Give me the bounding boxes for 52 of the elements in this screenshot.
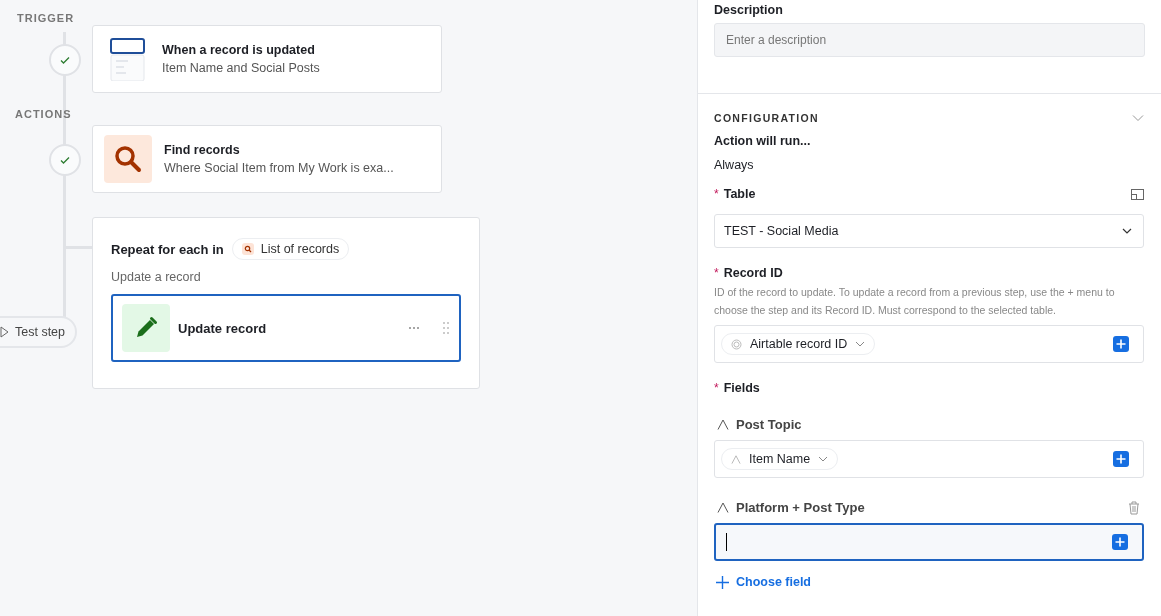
table-select[interactable]: TEST - Social Media	[714, 214, 1144, 248]
search-icon	[104, 135, 152, 183]
field-label: Fields	[723, 381, 760, 395]
section-title: CONFIGURATION	[714, 112, 819, 124]
chevron-icon	[855, 341, 866, 347]
step-title: When a record is updated	[162, 43, 316, 57]
add-icon[interactable]	[1113, 336, 1129, 352]
run-value: Always	[714, 158, 755, 172]
step-subtitle: Where Social Item from My Work is exa...	[164, 161, 394, 175]
add-icon[interactable]	[1113, 451, 1129, 467]
list-chip[interactable]: List of records	[231, 238, 350, 260]
choose-field-link[interactable]: Choose field	[714, 575, 811, 589]
field-name: Post Topic	[736, 417, 802, 432]
record-id-field[interactable]: Airtable record ID	[714, 325, 1144, 363]
step-title: Find records	[164, 143, 241, 157]
value-field[interactable]	[714, 523, 1144, 561]
step-title: Update record	[178, 320, 268, 336]
section-label: ACTIONS	[15, 108, 72, 120]
description-field[interactable]: Enter a description	[714, 23, 1145, 57]
section-label: TRIGGER	[17, 12, 75, 24]
required-mark: *	[714, 187, 719, 201]
text-type-icon	[717, 502, 729, 513]
text-cursor	[726, 533, 727, 551]
repeat-label: Repeat for each in	[111, 241, 224, 257]
drag-handle-icon[interactable]	[442, 321, 450, 335]
pencil-icon	[122, 304, 170, 352]
chevron-icon	[818, 456, 829, 462]
plus-icon	[716, 575, 729, 589]
search-icon	[241, 243, 254, 255]
test-step-button[interactable]: Test step	[0, 316, 78, 348]
required-mark: *	[714, 266, 719, 280]
help-text: ID of the record to update. To update a record from a previous step, use the + menu to choose the step and its Record ID. Must correspond to the selected table.	[714, 285, 1116, 318]
required-mark: *	[714, 381, 719, 395]
more-icon[interactable]	[408, 326, 420, 330]
field-label: Table	[723, 187, 756, 201]
chevron-icon	[1121, 227, 1133, 235]
step-card[interactable]: When a record is updated Item Name and Social Posts	[92, 25, 442, 93]
text-type-icon	[717, 419, 729, 430]
step-card[interactable]: Update record	[111, 294, 461, 362]
field-label: Description	[714, 3, 784, 17]
field-name: Platform + Post Type	[736, 500, 865, 515]
repeat-subtitle: Update a record	[111, 270, 202, 284]
value-field[interactable]: Item Name	[714, 440, 1144, 478]
step-card[interactable]: Find records Where Social Item from My Work is exa...	[92, 125, 442, 193]
play-icon	[0, 326, 9, 338]
field-label: Action will run...	[714, 134, 812, 148]
add-icon[interactable]	[1112, 534, 1128, 550]
trash-icon[interactable]	[1128, 500, 1140, 515]
step-subtitle: Item Name and Social Posts	[162, 61, 320, 75]
expand-icon[interactable]	[1131, 188, 1144, 200]
text-type-icon	[731, 454, 741, 464]
field-label: Record ID	[723, 266, 783, 280]
